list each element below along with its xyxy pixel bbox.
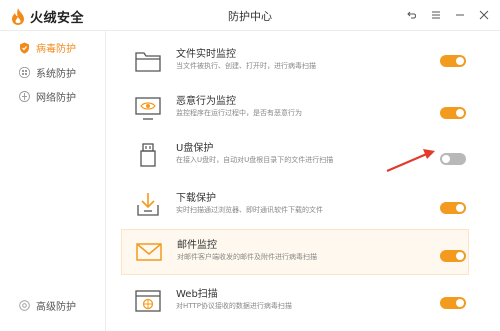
globe-icon: [18, 91, 30, 103]
feature-title: 下载保护: [176, 193, 216, 204]
feature-row-download-protection: 下载保护 实时扫描通过浏览器、即时通讯软件下载的文件: [123, 183, 463, 229]
sidebar-item-label: 病毒防护: [36, 44, 76, 55]
gear-icon: [18, 300, 30, 312]
web-icon: [135, 290, 161, 312]
sidebar-item-virus-protection[interactable]: 病毒防护: [18, 40, 76, 55]
shield-icon: [18, 42, 30, 54]
title-bar: 火绒安全 防护中心: [0, 0, 500, 31]
feature-desc: 对HTTP协议接收的数据进行病毒扫描: [176, 302, 292, 310]
feature-desc: 当文件被执行、创建、打开时，进行病毒扫描: [176, 62, 316, 70]
back-icon[interactable]: [402, 7, 422, 23]
feature-desc: 实时扫描通过浏览器、即时通讯软件下载的文件: [176, 206, 323, 214]
windows-icon: [18, 67, 30, 79]
feature-desc: 监控程序在运行过程中，是否有恶意行为: [176, 109, 302, 117]
feature-row-mail-monitor: 邮件监控 对邮件客户端收发的邮件及附件进行病毒扫描: [121, 229, 469, 275]
web-scan-toggle[interactable]: [440, 297, 466, 309]
feature-title: 恶意行为监控: [176, 96, 236, 107]
feature-list: 文件实时监控 当文件被执行、创建、打开时，进行病毒扫描 恶意行为监控 监控程序在…: [107, 31, 500, 331]
feature-title: Web扫描: [176, 289, 218, 300]
feature-desc: 在接入U盘时，自动对U盘根目录下的文件进行扫描: [176, 156, 334, 164]
usb-protection-toggle[interactable]: [440, 153, 466, 165]
menu-icon[interactable]: [426, 7, 446, 23]
feature-title: 文件实时监控: [176, 49, 236, 60]
sidebar-item-system-protection[interactable]: 系统防护: [18, 65, 76, 80]
monitor-eye-icon: [135, 97, 161, 120]
feature-row-web-scan: Web扫描 对HTTP协议接收的数据进行病毒扫描: [123, 279, 463, 325]
feature-title: 邮件监控: [177, 240, 217, 251]
sidebar: 病毒防护 系统防护 网络防护 高级防护: [0, 31, 106, 331]
download-protection-toggle[interactable]: [440, 202, 466, 214]
sidebar-item-network-protection[interactable]: 网络防护: [18, 89, 76, 104]
mail-icon: [136, 243, 162, 261]
sidebar-item-label: 系统防护: [36, 69, 76, 80]
file-monitor-toggle[interactable]: [440, 55, 466, 67]
mail-monitor-toggle[interactable]: [440, 250, 466, 262]
feature-desc: 对邮件客户端收发的邮件及附件进行病毒扫描: [177, 253, 317, 261]
usb-icon: [140, 143, 156, 167]
annotation-arrow-icon: [386, 149, 435, 173]
feature-title: U盘保护: [176, 143, 214, 154]
window-controls: [398, 7, 494, 23]
sidebar-item-label: 网络防护: [36, 93, 76, 104]
folder-icon: [135, 52, 161, 72]
sidebar-item-advanced-protection[interactable]: 高级防护: [18, 298, 76, 313]
behavior-monitor-toggle[interactable]: [440, 107, 466, 119]
minimize-icon[interactable]: [450, 7, 470, 23]
feature-row-file-monitor: 文件实时监控 当文件被执行、创建、打开时，进行病毒扫描: [123, 39, 463, 85]
close-icon[interactable]: [474, 7, 494, 23]
sidebar-item-label: 高级防护: [36, 302, 76, 313]
feature-row-behavior-monitor: 恶意行为监控 监控程序在运行过程中，是否有恶意行为: [123, 86, 463, 132]
download-icon: [137, 193, 159, 216]
